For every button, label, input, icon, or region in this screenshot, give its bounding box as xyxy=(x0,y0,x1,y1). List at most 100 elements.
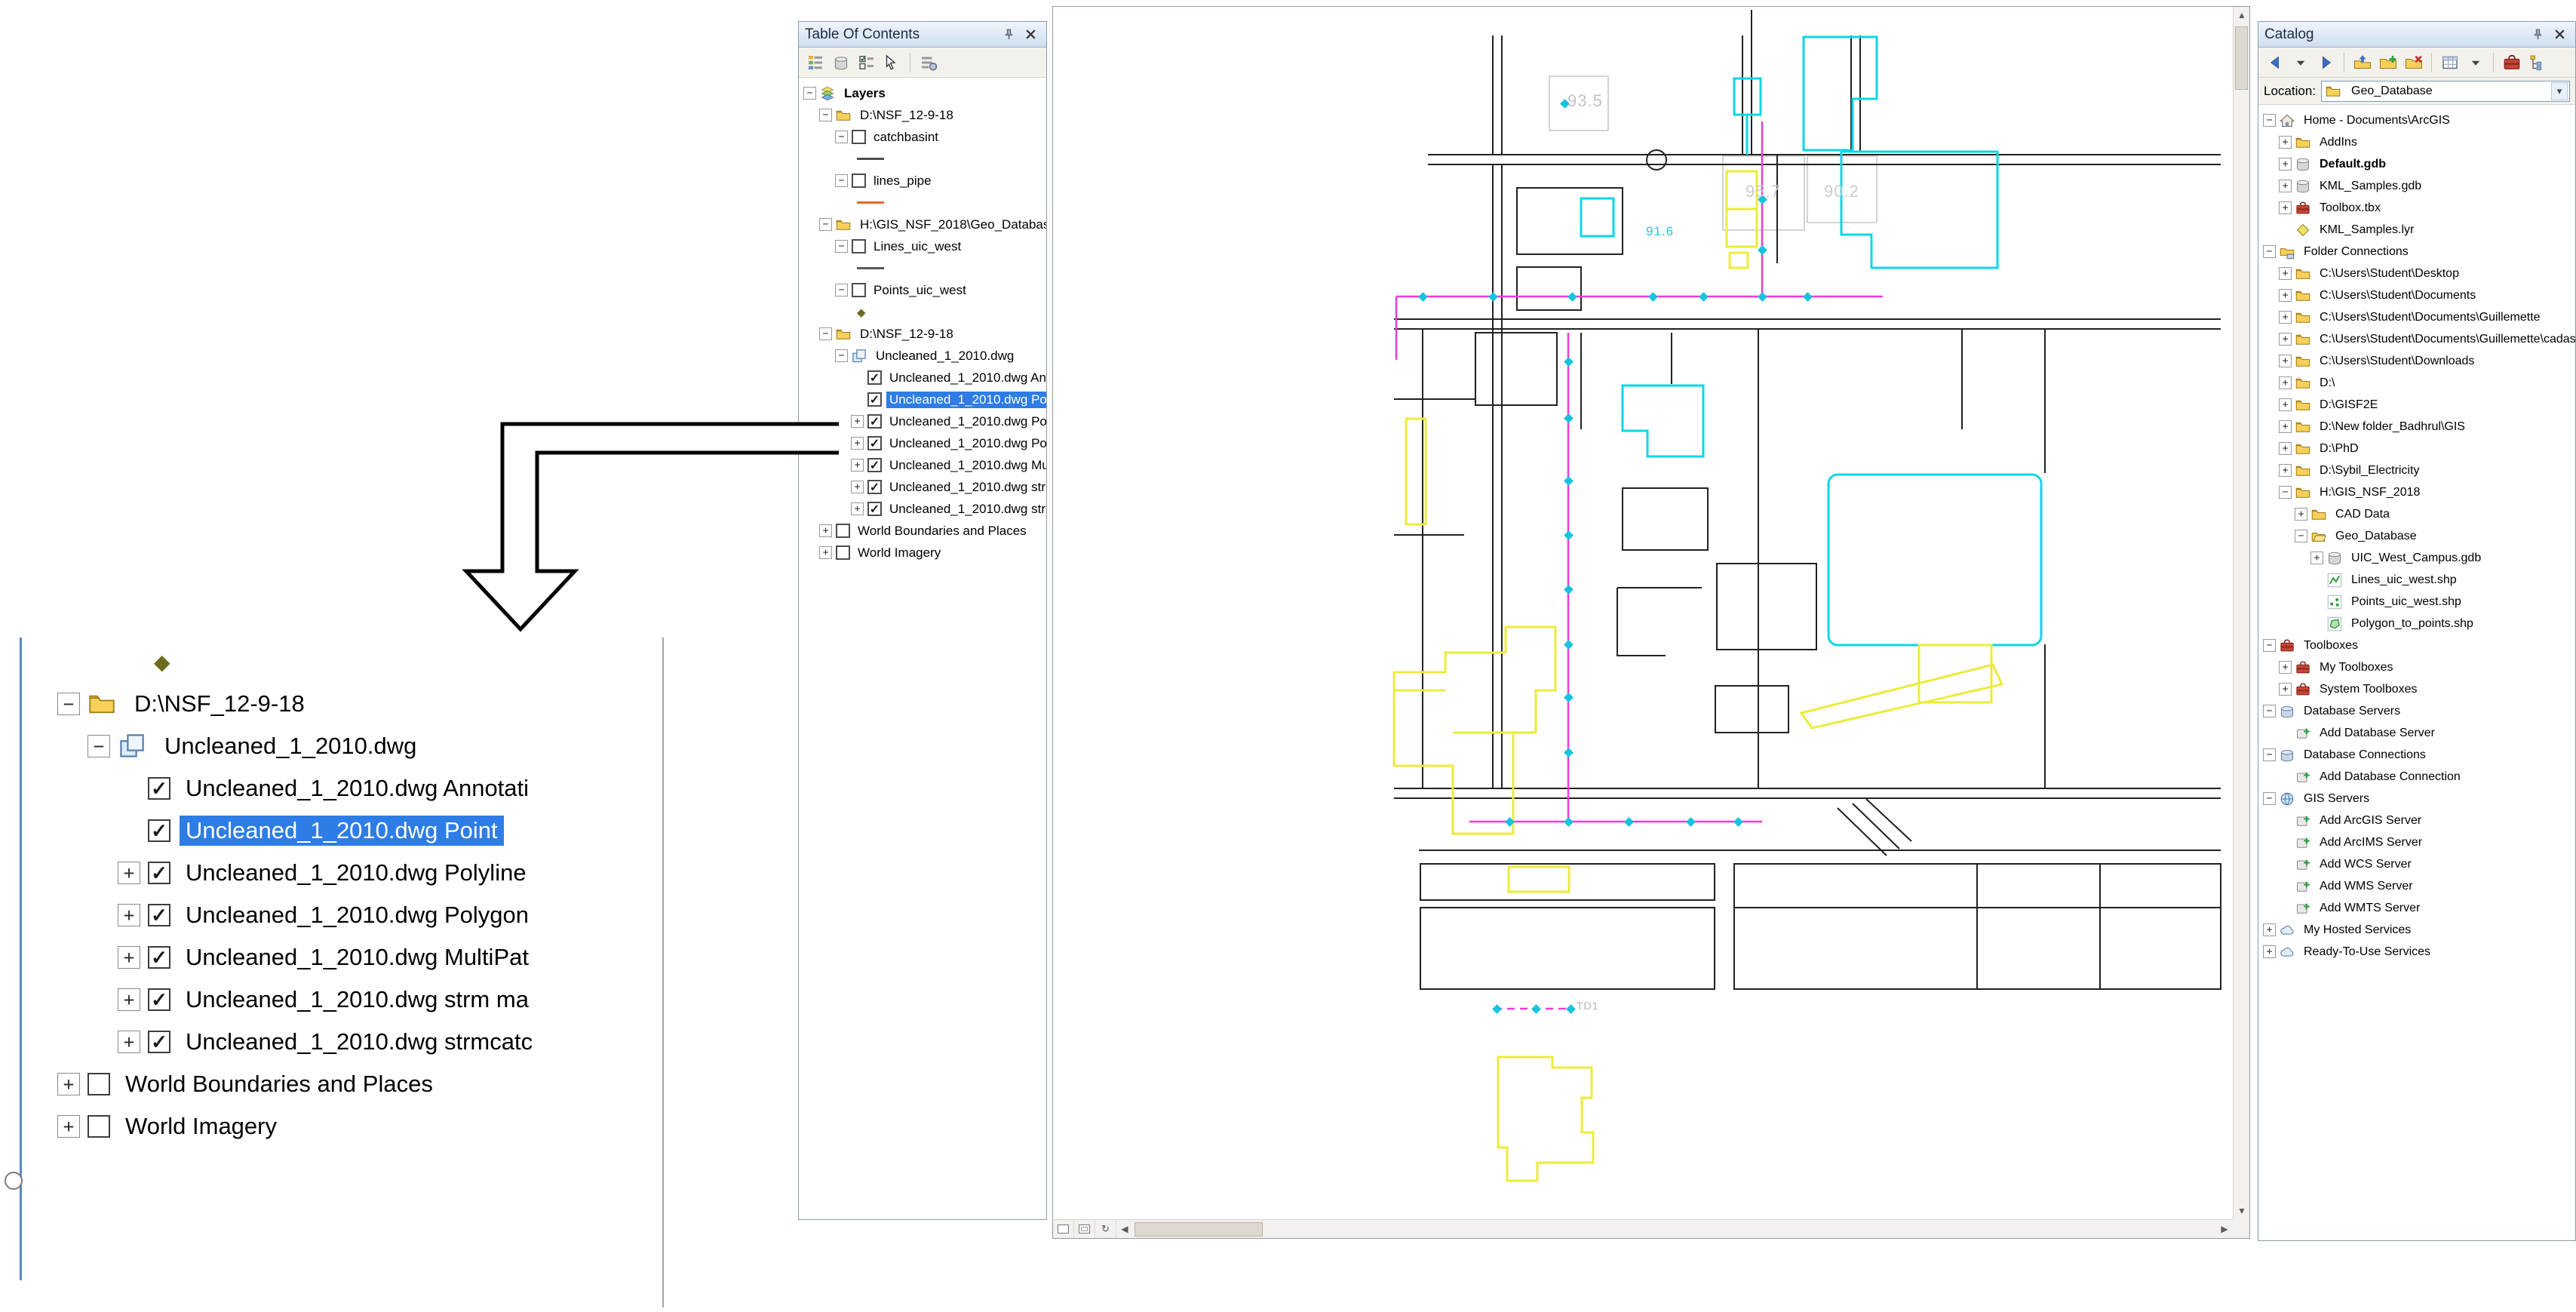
tree-item-label[interactable]: Uncleaned_1_2010.dwg Annotati xyxy=(180,773,535,803)
expand-toggle-icon[interactable]: + xyxy=(2279,201,2292,214)
tree-item-label[interactable]: Add Database Server xyxy=(2317,726,2438,741)
tree-item-label[interactable]: Folder Connections xyxy=(2301,244,2412,260)
horizontal-scrollbar[interactable]: ↻ ◀ ▶ xyxy=(1053,1219,2233,1238)
expand-toggle-icon[interactable]: + xyxy=(2279,683,2292,696)
tree-item-label[interactable]: Uncleaned_1_2010.dwg strmcatc xyxy=(886,501,1046,518)
expand-toggle-icon[interactable]: + xyxy=(2279,661,2292,674)
tree-row[interactable]: − H:\GIS_NSF_2018 xyxy=(2258,481,2575,503)
expand-toggle-icon[interactable]: + xyxy=(57,1073,80,1095)
tree-item-label[interactable]: D:\ xyxy=(2317,376,2338,391)
tree-row[interactable]: Points_uic_west.shp xyxy=(2258,591,2575,613)
layer-visibility-checkbox[interactable] xyxy=(88,1073,110,1095)
table-view-icon[interactable] xyxy=(2438,51,2461,74)
tree-row[interactable]: +D:\GISF2E xyxy=(2258,394,2575,416)
tree-row[interactable]: Add WMS Server xyxy=(2258,875,2575,897)
tree-item-label[interactable]: Toolbox.tbx xyxy=(2317,201,2384,216)
collapse-toggle-icon[interactable]: − xyxy=(2263,792,2276,805)
tree-item-label[interactable]: Points_uic_west.shp xyxy=(2348,595,2464,610)
tree-row[interactable]: KML_Samples.lyr xyxy=(2258,219,2575,241)
expand-toggle-icon[interactable]: + xyxy=(2279,267,2292,280)
tree-row[interactable] xyxy=(799,148,1046,170)
tree-item-label[interactable]: Add Database Connection xyxy=(2317,770,2464,785)
layer-visibility-checkbox[interactable]: ✓ xyxy=(148,988,170,1011)
tree-item-label[interactable]: Layers xyxy=(841,85,889,102)
layout-view-button[interactable] xyxy=(1074,1220,1095,1238)
tree-item-label[interactable]: H:\GIS_NSF_2018 xyxy=(2317,485,2423,500)
tree-item-label[interactable]: Add ArcGIS Server xyxy=(2317,813,2424,828)
collapse-toggle-icon[interactable]: − xyxy=(835,240,848,253)
expand-toggle-icon[interactable]: + xyxy=(851,459,864,472)
tree-row[interactable]: −catchbasint xyxy=(799,126,1046,148)
refresh-view-button[interactable]: ↻ xyxy=(1095,1220,1116,1238)
tree-row[interactable]: +C:\Users\Student\Documents\Guillemette xyxy=(2258,306,2575,328)
expand-toggle-icon[interactable]: + xyxy=(2263,923,2276,936)
scroll-up-button[interactable]: ▲ xyxy=(2234,7,2250,23)
tree-item-label[interactable]: World Imagery xyxy=(855,545,944,561)
tree-row[interactable]: Add Database Connection xyxy=(2258,766,2575,788)
tree-item-label[interactable]: Uncleaned_1_2010.dwg Polyline xyxy=(886,413,1046,430)
expand-toggle-icon[interactable]: + xyxy=(118,904,140,926)
expand-toggle-icon[interactable]: + xyxy=(851,415,864,428)
tree-row[interactable]: −Home - Documents\ArcGIS xyxy=(2258,109,2575,131)
tree-item-label[interactable]: catchbasint xyxy=(870,129,941,146)
list-by-drawing-order-icon[interactable] xyxy=(803,51,827,74)
tree-item-label[interactable]: Database Servers xyxy=(2301,704,2403,719)
expand-toggle-icon[interactable]: + xyxy=(2279,333,2292,346)
tree-row[interactable]: +✓Uncleaned_1_2010.dwg strmcatc xyxy=(5,1021,662,1063)
tree-row[interactable]: ◆ xyxy=(5,641,662,683)
tree-item-label[interactable]: Uncleaned_1_2010.dwg Point xyxy=(180,816,504,846)
tree-row[interactable]: Add WCS Server xyxy=(2258,853,2575,875)
up-one-level-icon[interactable] xyxy=(2350,51,2374,74)
layer-visibility-checkbox[interactable]: ✓ xyxy=(148,946,170,969)
tree-item-label[interactable]: H:\GIS_NSF_2018\Geo_Database xyxy=(857,217,1046,233)
layer-visibility-checkbox[interactable]: ✓ xyxy=(867,370,882,385)
expand-toggle-icon[interactable]: + xyxy=(851,481,864,493)
tree-row[interactable]: −D:\NSF_12-9-18 xyxy=(5,683,662,725)
tree-row[interactable]: +My Toolboxes xyxy=(2258,656,2575,678)
tree-row[interactable] xyxy=(799,192,1046,214)
collapse-toggle-icon[interactable]: − xyxy=(57,693,80,715)
scroll-down-button[interactable]: ▼ xyxy=(2234,1203,2250,1219)
tree-row[interactable]: −GIS Servers xyxy=(2258,788,2575,810)
options-icon[interactable] xyxy=(916,51,940,74)
tree-row[interactable]: −Geo_Database xyxy=(2258,525,2575,547)
tree-item-label[interactable]: D:\NSF_12-9-18 xyxy=(857,107,956,124)
toc-title-bar[interactable]: Table Of Contents xyxy=(799,22,1046,48)
tree-row[interactable]: Add WMTS Server xyxy=(2258,897,2575,919)
layer-visibility-checkbox[interactable]: ✓ xyxy=(867,414,882,429)
tree-row[interactable]: Add Database Server xyxy=(2258,722,2575,744)
tree-item-label[interactable]: Uncleaned_1_2010.dwg xyxy=(873,348,1017,364)
tree-item-label[interactable]: Database Connections xyxy=(2301,748,2429,763)
collapse-toggle-icon[interactable]: − xyxy=(88,735,110,757)
tree-row[interactable]: −lines_pipe xyxy=(799,170,1046,192)
tree-item-label[interactable]: Toolboxes xyxy=(2301,638,2361,653)
caret-icon[interactable] xyxy=(2464,51,2487,74)
layer-visibility-checkbox[interactable]: ✓ xyxy=(867,480,882,494)
layer-visibility-checkbox[interactable]: ✓ xyxy=(148,862,170,884)
tree-row[interactable]: +C:\Users\Student\Documents\Guillemette\… xyxy=(2258,328,2575,350)
close-icon[interactable] xyxy=(2550,26,2569,44)
pin-icon[interactable] xyxy=(999,26,1018,44)
vertical-scrollbar[interactable]: ▲ ▼ xyxy=(2233,7,2249,1219)
tree-row[interactable]: −D:\NSF_12-9-18 xyxy=(799,104,1046,126)
layer-visibility-checkbox[interactable]: ✓ xyxy=(867,436,882,450)
tree-item-label[interactable]: Default.gdb xyxy=(2317,157,2389,172)
tree-item-label[interactable]: Uncleaned_1_2010.dwg strm ma xyxy=(180,985,535,1015)
tree-row[interactable]: +My Hosted Services xyxy=(2258,919,2575,941)
tree-row[interactable]: + ✓ Uncleaned_1_2010.dwg Polyline xyxy=(5,852,662,894)
collapse-toggle-icon[interactable]: − xyxy=(2279,486,2292,499)
tree-item-label[interactable]: D:\New folder_Badhrul\GIS xyxy=(2317,419,2468,435)
collapse-toggle-icon[interactable]: − xyxy=(2263,639,2276,652)
expand-toggle-icon[interactable]: + xyxy=(2279,398,2292,411)
expand-toggle-icon[interactable]: + xyxy=(118,862,140,884)
list-by-source-icon[interactable] xyxy=(829,51,852,74)
layer-visibility-checkbox[interactable]: ✓ xyxy=(867,458,882,472)
tree-item-label[interactable]: C:\Users\Student\Documents\Guillemette xyxy=(2317,310,2544,325)
expand-toggle-icon[interactable]: + xyxy=(2279,464,2292,477)
expand-toggle-icon[interactable]: + xyxy=(2263,945,2276,958)
tree-row[interactable]: ◆ xyxy=(799,301,1046,323)
tree-item-label[interactable]: Home - Documents\ArcGIS xyxy=(2301,113,2453,128)
tree-row[interactable]: −Uncleaned_1_2010.dwg xyxy=(799,345,1046,367)
layer-visibility-checkbox[interactable] xyxy=(88,1115,110,1138)
tree-item-label[interactable]: Uncleaned_1_2010.dwg Polyline xyxy=(180,858,533,888)
